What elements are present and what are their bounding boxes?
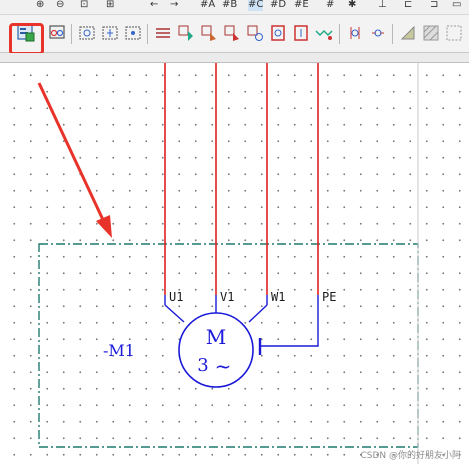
schematic-drawing: U1 V1 W1 PE M 3 ~ -M1: [37, 63, 419, 464]
annotation-arrowhead: [96, 215, 112, 238]
phase-count: 3: [197, 355, 208, 376]
motor-symbol: M: [206, 325, 226, 349]
terminal-label: V1: [220, 290, 234, 304]
annotation-arrow: [37, 82, 106, 223]
terminal-w1-lead: [248, 304, 268, 323]
terminal-label: W1: [271, 290, 285, 304]
ac-symbol: ~: [215, 354, 232, 378]
watermark: CSDN @你的好朋友小阿: [360, 451, 461, 461]
terminal-u1-lead: [164, 304, 185, 323]
terminal-label: PE: [322, 290, 336, 304]
terminal-pe-lead: [261, 295, 319, 347]
device-tag[interactable]: -M1: [103, 341, 135, 360]
terminal-label: U1: [169, 290, 183, 304]
